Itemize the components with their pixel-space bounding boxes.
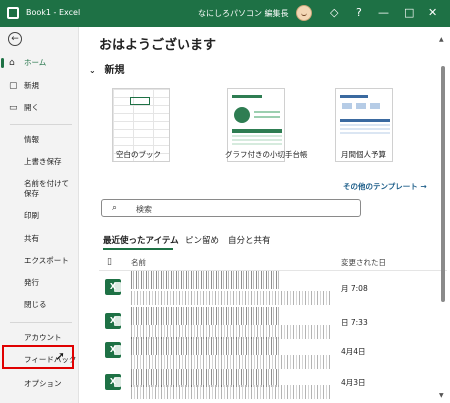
sidebar-item-new[interactable]: ▢ 新規 bbox=[0, 77, 79, 95]
search-placeholder: 検索 bbox=[136, 205, 152, 214]
file-date: 日 7:33 bbox=[341, 318, 368, 327]
sidebar-divider bbox=[10, 124, 72, 125]
sidebar-item-label: ホーム bbox=[24, 58, 47, 67]
new-file-icon: ▢ bbox=[9, 81, 18, 91]
column-header-name[interactable]: 名前 bbox=[131, 257, 146, 268]
sidebar-item-account[interactable]: アカウント bbox=[24, 333, 76, 343]
maximize-icon[interactable]: □ bbox=[404, 6, 414, 20]
vertical-scrollbar[interactable]: ▲ ▼ bbox=[439, 36, 446, 400]
file-date: 4月4日 bbox=[341, 347, 366, 356]
sidebar-item-options[interactable]: オプション bbox=[24, 379, 76, 389]
close-icon[interactable]: ✕ bbox=[428, 6, 437, 20]
excel-file-icon: X bbox=[105, 279, 121, 295]
sidebar-item-export[interactable]: エクスポート bbox=[24, 256, 76, 266]
excel-file-icon: X bbox=[105, 313, 121, 329]
window-title: Book1 - Excel bbox=[26, 8, 81, 17]
sidebar-item-save[interactable]: 上書き保存 bbox=[24, 157, 76, 167]
sidebar-item-home[interactable]: ⌂ ホーム bbox=[0, 54, 79, 72]
template-label[interactable]: 月間個人予算 bbox=[341, 149, 386, 160]
more-templates-link[interactable]: その他のテンプレート → bbox=[343, 181, 427, 192]
template-label[interactable]: グラフ付きの小切手台帳 bbox=[225, 149, 308, 160]
back-arrow-icon[interactable]: ← bbox=[8, 32, 22, 46]
sidebar-item-info[interactable]: 情報 bbox=[24, 135, 76, 145]
home-icon: ⌂ bbox=[9, 58, 15, 68]
folder-icon: ▭ bbox=[9, 103, 18, 113]
search-input[interactable]: ⌕ 検索 bbox=[101, 199, 361, 217]
file-path-redacted bbox=[131, 385, 331, 399]
active-indicator bbox=[1, 58, 4, 68]
search-icon: ⌕ bbox=[112, 203, 118, 213]
file-path-redacted bbox=[131, 291, 331, 305]
column-header-modified[interactable]: 変更された日 bbox=[341, 257, 386, 268]
scrollbar-thumb[interactable] bbox=[441, 66, 445, 302]
mouse-cursor-icon: ➚ bbox=[55, 349, 66, 363]
file-name-redacted[interactable] bbox=[131, 271, 281, 289]
sidebar-item-label: 新規 bbox=[24, 81, 39, 90]
user-name[interactable]: なにしろパソコン 編集長 bbox=[198, 8, 289, 19]
tab-recent[interactable]: 最近使ったアイテム bbox=[103, 234, 179, 246]
file-path-redacted bbox=[131, 355, 331, 369]
sidebar-divider bbox=[10, 322, 72, 323]
backstage-main: おはようございます ⌄ 新規 空白のブック グラフ付きの小切手台帳 月間個人予算… bbox=[79, 27, 450, 403]
excel-app-icon bbox=[7, 7, 19, 19]
page-title: おはようございます bbox=[99, 38, 217, 53]
tab-pinned[interactable]: ピン留め bbox=[185, 234, 219, 246]
tab-shared[interactable]: 自分と共有 bbox=[228, 234, 271, 246]
help-icon[interactable]: ? bbox=[356, 6, 362, 20]
chevron-down-icon: ⌄ bbox=[89, 66, 96, 75]
diamond-icon[interactable]: ◇ bbox=[330, 6, 338, 20]
excel-file-icon: X bbox=[105, 342, 121, 358]
document-icon: ▯ bbox=[107, 257, 112, 267]
active-tab-underline bbox=[103, 248, 173, 250]
new-section-label: 新規 bbox=[104, 65, 125, 76]
sidebar-item-open[interactable]: ▭ 開く bbox=[0, 99, 79, 117]
file-name-redacted[interactable] bbox=[131, 307, 281, 325]
sidebar-item-print[interactable]: 印刷 bbox=[24, 211, 76, 221]
sidebar-item-label: 開く bbox=[24, 103, 39, 112]
selected-cell bbox=[130, 97, 150, 105]
excel-file-icon: X bbox=[105, 374, 121, 390]
sidebar-item-share[interactable]: 共有 bbox=[24, 234, 76, 244]
avatar[interactable] bbox=[296, 5, 312, 21]
new-section-header[interactable]: ⌄ 新規 bbox=[89, 61, 124, 76]
minimize-icon[interactable]: — bbox=[378, 6, 389, 20]
file-date: 4月3日 bbox=[341, 378, 366, 387]
scroll-down-arrow-icon[interactable]: ▼ bbox=[439, 392, 444, 399]
template-label[interactable]: 空白のブック bbox=[116, 149, 161, 160]
file-name-redacted[interactable] bbox=[131, 337, 281, 355]
sidebar-item-close[interactable]: 閉じる bbox=[24, 300, 76, 310]
sidebar-item-publish[interactable]: 発行 bbox=[24, 278, 76, 288]
scroll-up-arrow-icon[interactable]: ▲ bbox=[439, 36, 444, 43]
file-date: 月 7:08 bbox=[341, 284, 368, 293]
sidebar-item-save-as[interactable]: 名前を付けて保存 bbox=[24, 179, 76, 199]
title-bar: Book1 - Excel なにしろパソコン 編集長 ◇ ? — □ ✕ bbox=[0, 0, 450, 27]
